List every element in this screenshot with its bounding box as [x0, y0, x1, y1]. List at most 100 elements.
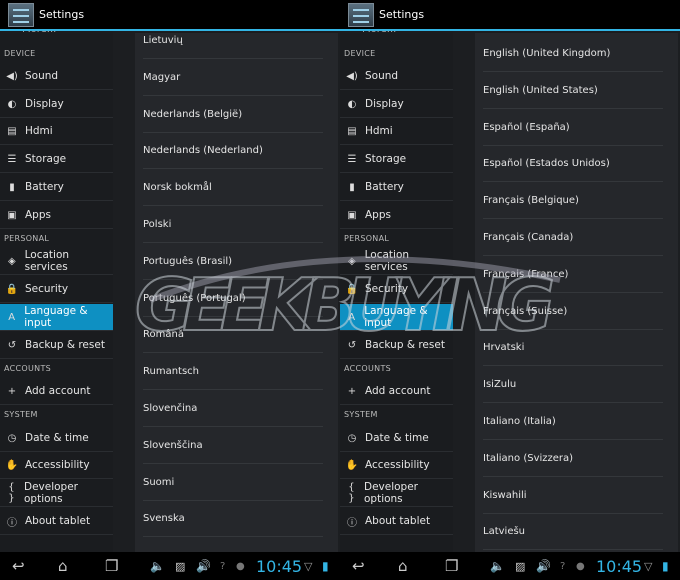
language-item[interactable]: Português (Portugal) [143, 281, 323, 317]
language-item[interactable]: Français (France) [483, 257, 663, 293]
sidebar-item[interactable]: ◀) Sound [0, 63, 113, 90]
sidebar-item[interactable]: ☰ Storage [340, 146, 453, 173]
volume-down-icon[interactable]: 🔈 [490, 559, 505, 573]
back-icon[interactable]: ↩ [12, 557, 25, 575]
sidebar-item[interactable]: { } Developer options [0, 480, 113, 507]
sidebar-item[interactable]: ▤ Hdmi [340, 118, 453, 145]
sidebar-item[interactable]: ⓘ About tablet [0, 508, 113, 535]
language-item[interactable]: English (United Kingdom) [483, 36, 663, 72]
language-list[interactable]: Lietuvių Magyar Nederlands (België) Nederla… [135, 33, 338, 552]
language-item[interactable]: Français (Canada) [483, 220, 663, 256]
language-item[interactable]: IsiZulu [483, 367, 663, 404]
language-item[interactable]: Polski [143, 207, 323, 243]
volume-up-icon[interactable]: 🔊 [536, 559, 551, 573]
apps-icon: ▣ [7, 209, 17, 221]
settings-app-icon[interactable] [348, 2, 374, 27]
battery-charging-icon: ▮ [322, 559, 329, 573]
language-item[interactable]: Español (España) [483, 110, 663, 146]
home-icon[interactable]: ⌂ [398, 557, 408, 575]
language-item[interactable]: Română [143, 317, 323, 354]
language-item[interactable]: Português (Brasil) [143, 244, 323, 280]
volume-up-icon[interactable]: 🔊 [196, 559, 211, 573]
language-label: Français (Canada) [483, 232, 574, 243]
sidebar-item[interactable]: ◐ Display [0, 91, 113, 118]
sidebar-item[interactable]: ↺ Backup & reset [0, 332, 113, 359]
language-label: Slovenščina [143, 439, 203, 451]
language-item[interactable]: Italiano (Italia) [483, 404, 663, 440]
language-item[interactable]: Kiswahili [483, 478, 663, 514]
sidebar-item-label: Add account [25, 385, 91, 397]
recent-apps-icon[interactable]: ❐ [105, 557, 118, 575]
language-item[interactable]: Français (Belgique) [483, 183, 663, 220]
wifi-unknown-icon: ? [560, 560, 566, 572]
hdmi-icon: ▤ [7, 125, 17, 137]
language-item[interactable]: Magyar [143, 60, 323, 96]
sidebar-item[interactable]: ✋ Accessibility [340, 452, 453, 479]
screenshot-icon[interactable]: ▨ [515, 560, 525, 573]
sidebar-section-header: SYSTEM [344, 410, 378, 419]
language-item[interactable]: Latviešu [483, 514, 663, 551]
settings-app-icon[interactable] [8, 2, 34, 27]
action-bar: Settings [0, 0, 340, 31]
language-list[interactable]: English (United Kingdom) English (United … [475, 33, 678, 552]
language-item[interactable]: Italiano (Svizzera) [483, 441, 663, 477]
sidebar-item[interactable]: ◷ Date & time [340, 425, 453, 452]
language-item[interactable]: Français (Suisse) [483, 294, 663, 330]
language-label: Français (Suisse) [483, 305, 568, 317]
sidebar-item[interactable]: ▮ Battery [340, 174, 453, 201]
language-item[interactable]: Svenska [143, 501, 323, 538]
back-icon[interactable]: ↩ [352, 557, 365, 575]
sidebar-item[interactable]: ✋ Accessibility [0, 452, 113, 479]
sidebar-item[interactable]: A Language & input [0, 304, 113, 331]
sidebar-item[interactable]: ◷ Date & time [0, 425, 113, 452]
language-item[interactable]: Español (Estados Unidos) [483, 146, 663, 183]
sidebar-item[interactable]: ◈ Location services [340, 248, 453, 275]
sidebar-item[interactable]: ▣ Apps [0, 202, 113, 229]
sidebar-item-label: Storage [365, 153, 407, 165]
sidebar-item-label: Hdmi [25, 125, 53, 137]
sidebar-item[interactable]: { } Developer options [340, 480, 453, 507]
sidebar-section-header: PERSONAL [344, 234, 390, 243]
android-debug-icon: ● [236, 560, 245, 572]
sidebar-item[interactable]: ◈ Location services [0, 248, 113, 275]
sidebar-item[interactable]: + Add account [340, 378, 453, 405]
screenshot-icon[interactable]: ▨ [175, 560, 185, 573]
language-label: Kiswahili [483, 489, 527, 501]
language-item[interactable]: English (United States) [483, 73, 663, 109]
sidebar-item[interactable]: 🔒 Security [340, 276, 453, 303]
language-item[interactable]: Nederlands (Nederland) [143, 133, 323, 170]
sidebar-item[interactable]: 🔒 Security [0, 276, 113, 303]
sidebar-item[interactable]: ▤ Hdmi [0, 118, 113, 145]
sidebar-item[interactable]: + Add account [0, 378, 113, 405]
home-icon[interactable]: ⌂ [58, 557, 68, 575]
sidebar-item[interactable]: A Language & input [340, 304, 453, 331]
sidebar-item[interactable]: ⓘ About tablet [340, 508, 453, 535]
sidebar-item[interactable]: ◀) Sound [340, 63, 453, 90]
language-item[interactable]: Rumantsch [143, 354, 323, 391]
language-item[interactable]: Hrvatski [483, 330, 663, 367]
sidebar-item[interactable]: ▣ Apps [340, 202, 453, 229]
language-item[interactable]: Norsk bokmål [143, 170, 323, 207]
wifi-icon: ▽ [644, 559, 653, 573]
language-label: Français (Belgique) [483, 195, 579, 207]
language-item[interactable]: Suomi [143, 465, 323, 501]
volume-down-icon[interactable]: 🔈 [150, 559, 165, 573]
recent-apps-icon[interactable]: ❐ [445, 557, 458, 575]
settings-sidebar: More...DEVICE◀)Sound◐Display▤Hdmi☰Storag… [340, 0, 453, 552]
language-item[interactable]: Nederlands (België) [143, 97, 323, 133]
sidebar-item-label: Display [25, 98, 64, 110]
language-item[interactable]: Slovenščina [143, 428, 323, 464]
action-bar: Settings [340, 0, 680, 31]
language-item[interactable]: Slovenčina [143, 391, 323, 427]
language-label: Rumantsch [143, 366, 200, 378]
location-icon: ◈ [7, 255, 16, 267]
sidebar-item[interactable]: ↺ Backup & reset [340, 332, 453, 359]
sidebar-item[interactable]: ◐ Display [340, 91, 453, 118]
language-label: English (United Kingdom) [483, 48, 611, 59]
sidebar-item-label: Developer options [23, 481, 78, 505]
sidebar-item-label: Security [365, 283, 409, 295]
plus-icon: + [347, 385, 357, 397]
sidebar-item[interactable]: ▮ Battery [0, 174, 113, 201]
sidebar-item[interactable]: ☰ Storage [0, 146, 113, 173]
language-label: Nederlands (Nederland) [143, 145, 263, 157]
